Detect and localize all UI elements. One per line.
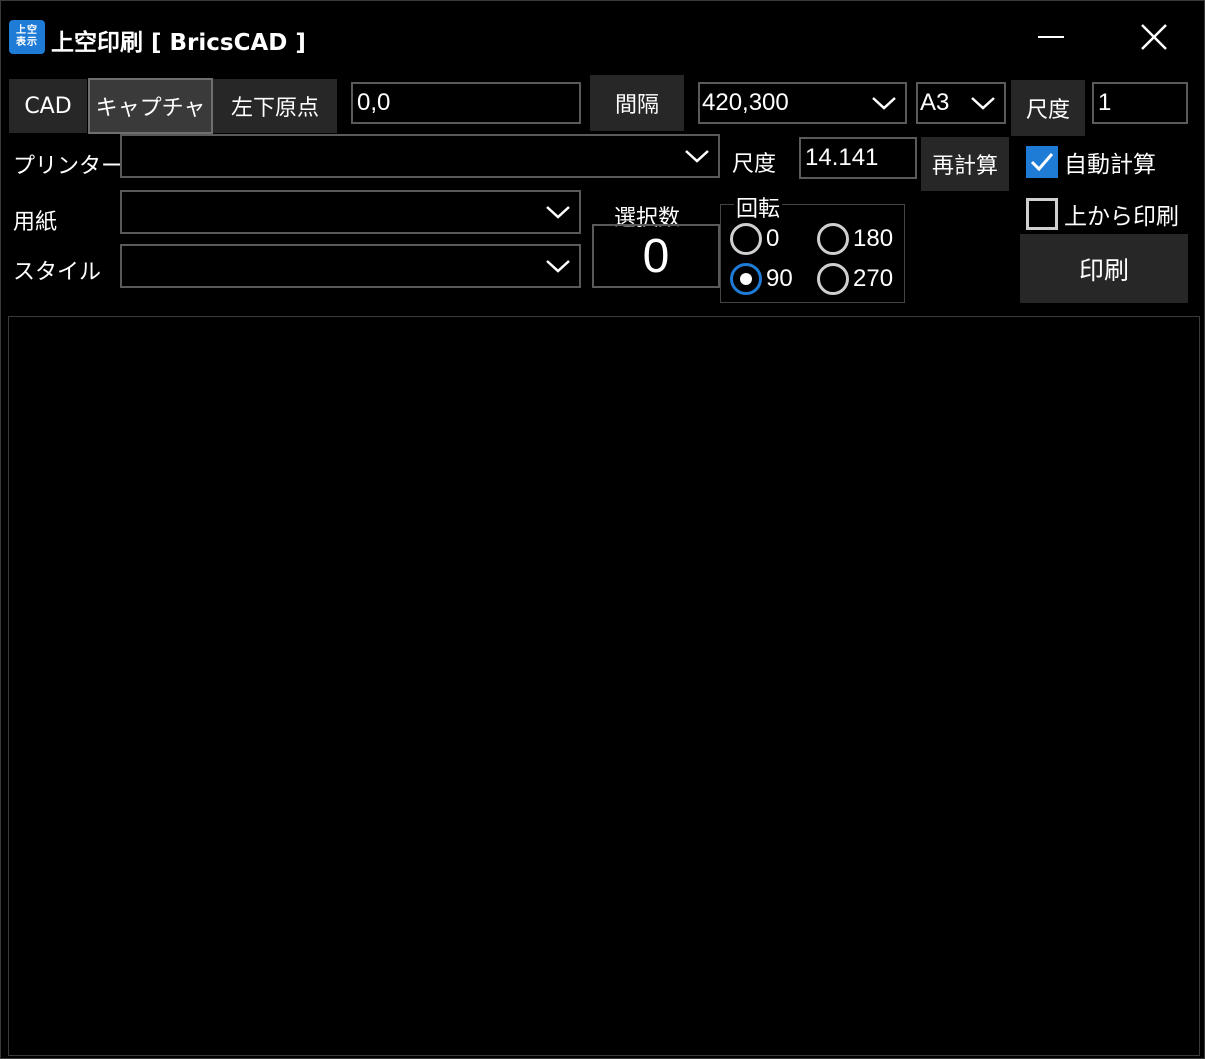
auto-calc-box xyxy=(1026,146,1058,178)
spacing-button[interactable]: 間隔 xyxy=(590,75,684,131)
rotation-radio-90[interactable]: 90 xyxy=(730,263,793,295)
window-title: 上空印刷 [ BricsCAD ] xyxy=(51,30,306,56)
rotation-label: 回転 xyxy=(734,191,783,223)
scale-button[interactable]: 尺度 xyxy=(1011,80,1085,136)
capture-button[interactable]: キャプチャ xyxy=(88,78,213,134)
rotation-radio-0[interactable]: 0 xyxy=(730,223,779,255)
selection-count-value: 0 xyxy=(592,224,720,288)
spacing-combo[interactable]: 420,300 xyxy=(698,82,907,124)
app-logo-line-1: 上空 xyxy=(16,25,38,36)
radio-circle-icon xyxy=(817,263,849,295)
rotation-option-label: 90 xyxy=(766,265,793,292)
recalc-button[interactable]: 再計算 xyxy=(921,137,1009,191)
print-button[interactable]: 印刷 xyxy=(1020,234,1188,303)
radio-selected-icon xyxy=(730,263,762,295)
rotation-radio-180[interactable]: 180 xyxy=(817,223,893,255)
style-combo[interactable] xyxy=(120,244,581,288)
rotation-option-label: 180 xyxy=(853,225,894,252)
spacing-combo-value: 420,300 xyxy=(702,89,789,116)
close-button[interactable] xyxy=(1104,1,1204,73)
main-window: 上空 表示 上空印刷 [ BricsCAD ] CAD キャプチャ 左下原点 0… xyxy=(0,0,1205,1059)
paper-size-combo-value: A3 xyxy=(920,89,950,116)
print-from-top-label: 上から印刷 xyxy=(1064,204,1179,230)
printer-label: プリンター xyxy=(13,154,124,179)
paper-label: 用紙 xyxy=(13,210,58,235)
app-logo-icon: 上空 表示 xyxy=(9,20,45,54)
print-from-top-box xyxy=(1026,198,1058,230)
rotation-option-label: 0 xyxy=(766,225,780,252)
auto-calc-checkbox[interactable]: 自動計算 xyxy=(1026,145,1156,179)
paper-combo[interactable] xyxy=(120,190,581,234)
chevron-down-icon xyxy=(971,97,995,110)
minimize-icon xyxy=(1038,36,1064,38)
app-logo-line-2: 表示 xyxy=(16,37,38,48)
chevron-down-icon xyxy=(872,97,896,110)
scale-input[interactable]: 1 xyxy=(1092,82,1188,124)
calc-scale-label: 尺度 xyxy=(732,152,777,177)
preview-area[interactable] xyxy=(8,316,1200,1056)
checkmark-icon xyxy=(1030,153,1054,172)
cad-button[interactable]: CAD xyxy=(9,79,87,133)
chevron-down-icon xyxy=(546,260,570,273)
paper-size-combo[interactable]: A3 xyxy=(916,82,1006,124)
rotation-option-label: 270 xyxy=(853,265,894,292)
chevron-down-icon xyxy=(546,206,570,219)
style-label: スタイル xyxy=(13,260,102,285)
chevron-down-icon xyxy=(685,150,709,163)
close-icon xyxy=(1141,24,1167,50)
rotation-radio-270[interactable]: 270 xyxy=(817,263,893,295)
calc-scale-input[interactable]: 14.141 xyxy=(799,137,917,179)
radio-circle-icon xyxy=(730,223,762,255)
auto-calc-label: 自動計算 xyxy=(1064,152,1156,178)
printer-combo[interactable] xyxy=(120,134,720,178)
origin-button[interactable]: 左下原点 xyxy=(213,79,337,133)
origin-input[interactable]: 0,0 xyxy=(351,82,581,124)
radio-circle-icon xyxy=(817,223,849,255)
print-from-top-checkbox[interactable]: 上から印刷 xyxy=(1026,197,1179,231)
minimize-button[interactable] xyxy=(1001,1,1101,73)
title-bar[interactable]: 上空 表示 上空印刷 [ BricsCAD ] xyxy=(1,1,1204,73)
